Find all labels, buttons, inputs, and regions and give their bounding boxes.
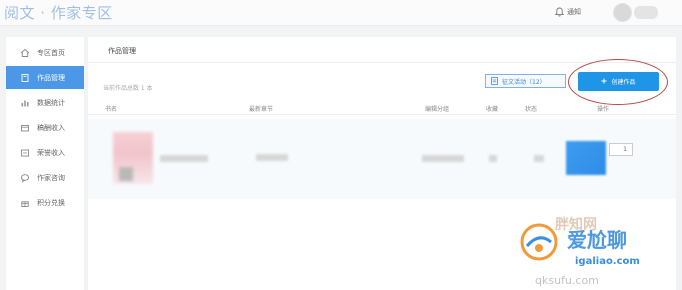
editor-group-blurred (422, 155, 464, 162)
watermark-text-main: 爱尬聊 (567, 228, 627, 252)
column-header-title: 书名 (105, 106, 118, 113)
notification-button[interactable]: 通知 (555, 7, 581, 17)
action-button-blurred[interactable] (566, 141, 606, 175)
sidebar-item-points[interactable]: 积分兑换 (6, 191, 84, 214)
brand-title[interactable]: 阅文 · 作家专区 (4, 2, 113, 23)
sidebar-item-royalty[interactable]: 稿酬收入 (6, 116, 84, 139)
document-icon (491, 77, 498, 85)
notification-label: 通知 (567, 8, 581, 16)
watermark: 胖知网 爱尬聊 igaliao.com qksufu.com (515, 210, 680, 288)
contest-activity-label: 征文活动（12） (502, 78, 546, 86)
sidebar-item-label: 荣誉收入 (37, 148, 65, 157)
sidebar-item-label: 积分兑换 (37, 198, 65, 207)
top-bar: 阅文 · 作家专区 通知 (0, 0, 682, 26)
column-header-status: 状态 (525, 106, 538, 113)
status-blurred (534, 155, 544, 162)
column-header-actions: 操作 (597, 106, 610, 113)
sidebar-item-label: 稿酬收入 (37, 123, 65, 132)
column-header-latest-chapter: 最新章节 (249, 106, 274, 113)
action-count-box[interactable]: 1 (609, 143, 633, 156)
watermark-url-secondary: qksufu.com (535, 274, 599, 287)
book-title-blurred[interactable] (160, 155, 208, 162)
column-header-editor-group: 编辑分组 (425, 106, 450, 113)
sidebar-item-home[interactable]: 专区首页 (6, 41, 84, 64)
bar-chart-icon (20, 98, 30, 108)
latest-chapter-blurred[interactable] (256, 154, 288, 161)
sidebar-item-label: 专区首页 (37, 48, 65, 57)
sidebar-item-stats[interactable]: 数据统计 (6, 91, 84, 114)
favorites-blurred (489, 155, 497, 162)
contest-activity-button[interactable]: 征文活动（12） (485, 74, 566, 88)
watermark-url: igaliao.com (575, 256, 640, 267)
table-header: 书名 最新章节 编辑分组 收藏 状态 操作 (88, 100, 676, 115)
user-menu[interactable] (613, 3, 669, 22)
chat-icon (20, 173, 30, 183)
sidebar: 专区首页 作品管理 数据统计 稿酬收入 荣誉收入 作家咨询 积分兑换 (6, 37, 84, 290)
book-icon (20, 73, 30, 83)
wallet-icon (20, 123, 30, 133)
sidebar-item-consult[interactable]: 作家咨询 (6, 166, 84, 189)
user-name-blurred (634, 6, 658, 19)
table-row[interactable]: 1 (88, 119, 676, 199)
sidebar-item-label: 作家咨询 (37, 173, 65, 182)
book-cover-shade (119, 167, 133, 181)
sidebar-item-label: 数据统计 (37, 98, 65, 107)
works-count: 当前作品总数 1 本 (103, 85, 153, 92)
bell-icon (555, 7, 564, 17)
home-icon (20, 48, 30, 58)
sidebar-item-honor-income[interactable]: 荣誉收入 (6, 141, 84, 164)
sidebar-item-works[interactable]: 作品管理 (6, 66, 84, 89)
column-header-favorites: 收藏 (486, 106, 499, 113)
annotation-circle (568, 59, 668, 105)
avatar[interactable] (613, 3, 632, 22)
card-icon (20, 148, 30, 158)
sidebar-item-label: 作品管理 (37, 73, 65, 82)
page-title: 作品管理 (108, 47, 136, 55)
gift-icon (20, 198, 30, 208)
